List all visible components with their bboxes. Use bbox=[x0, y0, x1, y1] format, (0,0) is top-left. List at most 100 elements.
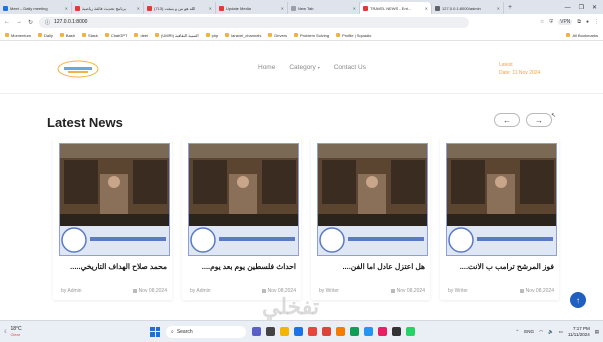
scroll-to-top-button[interactable]: ↑ bbox=[570, 292, 586, 308]
url-field[interactable]: ⓘ 127.0.0.1:8000 bbox=[39, 16, 470, 28]
close-icon[interactable]: ✕ bbox=[65, 6, 68, 11]
back-icon[interactable]: ← bbox=[4, 19, 10, 25]
teams-icon[interactable] bbox=[252, 327, 261, 336]
vscode-icon[interactable] bbox=[364, 327, 373, 336]
bookmark-item[interactable]: ChatGPT bbox=[104, 33, 127, 38]
battery-icon[interactable]: ▭ bbox=[559, 329, 563, 335]
minimize-button[interactable]: — bbox=[565, 2, 571, 14]
address-bar: ← → ↻ ⓘ 127.0.0.1:8000 ☆ ⛨ VPN ⧉ ● ⋮ bbox=[0, 14, 603, 30]
close-icon[interactable]: ✕ bbox=[497, 6, 500, 11]
folder-icon bbox=[134, 33, 139, 37]
bookmark-item[interactable]: deel bbox=[134, 33, 148, 38]
star-icon[interactable]: ☆ bbox=[540, 19, 544, 25]
menu-icon[interactable]: ⋮ bbox=[594, 19, 599, 25]
news-thumbnail[interactable] bbox=[317, 143, 428, 256]
edge-icon[interactable] bbox=[294, 327, 303, 336]
thumbnail-image bbox=[447, 144, 556, 255]
nav-home[interactable]: Home bbox=[258, 64, 275, 71]
bookmark-item[interactable]: Drivers bbox=[268, 33, 287, 38]
tab-label: TRAVEL NEWS - Ent... bbox=[370, 5, 412, 11]
nav-category[interactable]: Category ▾ bbox=[289, 64, 319, 71]
windows-start-icon[interactable] bbox=[150, 326, 160, 337]
nav-contact[interactable]: Contact Us bbox=[334, 64, 366, 71]
news-thumbnail[interactable] bbox=[446, 143, 557, 256]
thumbnail-image bbox=[189, 144, 298, 255]
bookmark-item[interactable]: (UMRI) التنمية الثقافية bbox=[155, 33, 199, 38]
news-title[interactable]: محمد صلاح الهداف التاريخي..... bbox=[61, 261, 167, 272]
news-date: Nov 08,2024 bbox=[391, 288, 425, 294]
close-icon[interactable]: ✕ bbox=[281, 6, 284, 11]
notification-icon[interactable]: ▤ bbox=[595, 329, 599, 335]
all-bookmarks-button[interactable]: All Bookmarks bbox=[566, 33, 598, 38]
chevron-up-icon[interactable]: ⌃ bbox=[516, 329, 520, 335]
site-logo[interactable] bbox=[56, 59, 100, 79]
bookmark-item[interactable]: laravel_channels bbox=[225, 33, 261, 38]
close-icon[interactable]: ✕ bbox=[137, 6, 140, 11]
bookmark-item[interactable]: Slack bbox=[82, 33, 98, 38]
news-thumbnail[interactable] bbox=[188, 143, 299, 256]
carousel-prev-button[interactable]: ← bbox=[494, 113, 520, 127]
chrome-icon[interactable] bbox=[322, 327, 331, 336]
brave-icon[interactable] bbox=[308, 327, 317, 336]
language-indicator[interactable]: ENG bbox=[524, 329, 534, 334]
news-card[interactable]: احداث فلسطين يوم بعد يوم.... by Admin Nov… bbox=[182, 138, 301, 300]
search-placeholder: Search bbox=[176, 328, 193, 335]
file-explorer-icon[interactable] bbox=[280, 327, 289, 336]
browser-tab-active[interactable]: TRAVEL NEWS - Ent... ✕ bbox=[360, 2, 432, 14]
bookmark-item[interactable]: Momentum bbox=[5, 33, 31, 38]
extensions-icon[interactable]: ⧉ bbox=[577, 19, 581, 25]
close-icon[interactable]: ✕ bbox=[353, 6, 356, 11]
vpn-badge[interactable]: VPN bbox=[558, 19, 573, 25]
close-icon[interactable]: ✕ bbox=[425, 6, 428, 11]
terminal-icon[interactable] bbox=[392, 327, 401, 336]
logo-graphic bbox=[57, 60, 99, 78]
forward-icon[interactable]: → bbox=[16, 19, 22, 25]
browser-tab[interactable]: Update Media ✕ bbox=[216, 2, 288, 14]
news-thumbnail[interactable] bbox=[59, 143, 170, 256]
profile-icon[interactable]: ● bbox=[586, 19, 589, 25]
browser-tab[interactable]: Meet – Daily meeting ✕ bbox=[0, 2, 72, 14]
browser-tab[interactable]: 127.0.0.1:8000/admin ✕ bbox=[432, 2, 504, 14]
app-icon[interactable] bbox=[378, 327, 387, 336]
app-icon[interactable] bbox=[336, 327, 345, 336]
bookmark-item[interactable]: Bash bbox=[59, 33, 75, 38]
carousel-next-button[interactable]: → bbox=[526, 113, 552, 127]
news-card[interactable]: فوز المرشح ترامب ب الانت.... by Writer No… bbox=[440, 138, 559, 300]
clock[interactable]: 7:17 PM 11/11/2024 bbox=[568, 326, 590, 338]
news-title[interactable]: فوز المرشح ترامب ب الانت.... bbox=[448, 261, 554, 272]
os-taskbar: ☾ 18°C Clear ⌕ Search ⌃ ENG ◠ 🔈 ▭ 7:17 P… bbox=[0, 320, 603, 342]
news-author: by Writer bbox=[319, 288, 339, 294]
news-card[interactable]: محمد صلاح الهداف التاريخي..... by Admin N… bbox=[53, 138, 172, 300]
tab-label: Meet – Daily meeting bbox=[10, 5, 48, 11]
whatsapp-icon[interactable] bbox=[406, 327, 415, 336]
bookmark-item[interactable]: Problem Solving bbox=[294, 33, 329, 38]
browser-tab[interactable]: (713) الله هو من و ينبغت ✕ bbox=[144, 2, 216, 14]
reload-icon[interactable]: ↻ bbox=[28, 19, 33, 26]
new-tab-button[interactable]: + bbox=[504, 2, 516, 14]
taskbar-search[interactable]: ⌕ Search bbox=[166, 325, 246, 338]
browser-tab[interactable]: New Tab ✕ bbox=[288, 2, 360, 14]
task-view-icon[interactable] bbox=[266, 327, 275, 336]
folder-icon bbox=[59, 33, 64, 37]
volume-icon[interactable]: 🔈 bbox=[548, 329, 554, 335]
bookmark-item[interactable]: php bbox=[205, 33, 218, 38]
close-window-button[interactable]: ✕ bbox=[592, 2, 597, 14]
folder-icon bbox=[205, 33, 210, 37]
bookmark-item[interactable]: Profile | Squadio bbox=[336, 33, 371, 38]
bookmark-item[interactable]: Daily bbox=[38, 33, 53, 38]
tab-label: برنامج تحديث فائقة رياضية bbox=[82, 5, 126, 11]
news-card[interactable]: هل اعتزل عادل اما الفن.... by Writer Nov … bbox=[311, 138, 430, 300]
search-icon: ⌕ bbox=[171, 328, 174, 335]
wifi-icon[interactable]: ◠ bbox=[539, 329, 543, 335]
app-icon[interactable] bbox=[350, 327, 359, 336]
maximize-button[interactable]: ❐ bbox=[579, 2, 584, 14]
browser-tab[interactable]: برنامج تحديث فائقة رياضية ✕ bbox=[72, 2, 144, 14]
weather-widget[interactable]: ☾ 18°C Clear bbox=[4, 326, 44, 338]
folder-icon bbox=[82, 33, 87, 37]
close-icon[interactable]: ✕ bbox=[209, 6, 212, 11]
news-title[interactable]: احداث فلسطين يوم بعد يوم.... bbox=[190, 261, 296, 272]
shield-icon[interactable]: ⛨ bbox=[549, 19, 553, 25]
chevron-down-icon: ▾ bbox=[317, 65, 320, 70]
news-title[interactable]: هل اعتزل عادل اما الفن.... bbox=[319, 261, 425, 272]
news-meta: by Writer Nov 08,2024 bbox=[448, 288, 554, 294]
